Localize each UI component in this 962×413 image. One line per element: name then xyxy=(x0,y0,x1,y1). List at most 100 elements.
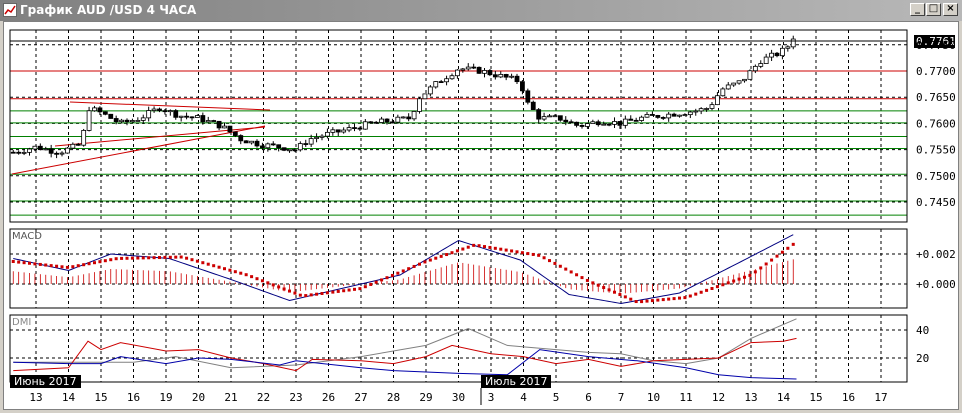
candle[interactable] xyxy=(330,127,336,136)
candle[interactable] xyxy=(530,100,536,111)
candle[interactable] xyxy=(395,114,401,124)
candle[interactable] xyxy=(547,114,552,118)
candle[interactable] xyxy=(709,102,715,111)
candle[interactable] xyxy=(151,106,157,113)
candle[interactable] xyxy=(633,117,639,122)
candle[interactable] xyxy=(758,60,764,69)
candle[interactable] xyxy=(346,124,352,133)
candle[interactable] xyxy=(417,97,422,114)
candle[interactable] xyxy=(655,114,661,119)
candle[interactable] xyxy=(590,119,596,124)
candle[interactable] xyxy=(281,147,287,152)
candle[interactable] xyxy=(222,122,227,129)
candle[interactable] xyxy=(10,149,16,154)
candle[interactable] xyxy=(27,147,32,156)
candle[interactable] xyxy=(81,128,87,147)
candle[interactable] xyxy=(216,120,222,131)
candle[interactable] xyxy=(297,141,303,152)
candle[interactable] xyxy=(70,142,76,150)
candle[interactable] xyxy=(265,142,271,152)
candle[interactable] xyxy=(455,69,460,79)
candle[interactable] xyxy=(341,127,347,134)
candle[interactable] xyxy=(438,79,444,83)
candle[interactable] xyxy=(509,73,514,79)
candle[interactable] xyxy=(785,45,791,52)
candle[interactable] xyxy=(666,111,672,122)
candle[interactable] xyxy=(48,144,54,158)
candle[interactable] xyxy=(92,105,97,112)
candle[interactable] xyxy=(303,139,309,147)
candle[interactable] xyxy=(314,133,319,143)
candle[interactable] xyxy=(574,121,579,128)
candle[interactable] xyxy=(715,92,720,106)
candle[interactable] xyxy=(368,121,374,124)
candle[interactable] xyxy=(671,112,677,117)
candle[interactable] xyxy=(568,119,574,124)
candle[interactable] xyxy=(595,119,601,127)
candle[interactable] xyxy=(178,115,184,122)
candle[interactable] xyxy=(243,140,249,144)
candle[interactable] xyxy=(557,115,563,122)
candle[interactable] xyxy=(736,80,742,85)
candle[interactable] xyxy=(205,116,211,123)
candle[interactable] xyxy=(769,49,774,61)
candle[interactable] xyxy=(335,129,341,137)
candle[interactable] xyxy=(319,134,325,141)
candle[interactable] xyxy=(682,113,688,117)
candle[interactable] xyxy=(612,117,617,129)
candle[interactable] xyxy=(173,109,179,120)
candle[interactable] xyxy=(460,67,466,73)
candle[interactable] xyxy=(184,112,189,120)
candle[interactable] xyxy=(373,120,379,124)
candle[interactable] xyxy=(731,82,737,87)
candle[interactable] xyxy=(747,69,753,80)
candle[interactable] xyxy=(742,78,747,83)
candle[interactable] xyxy=(725,82,731,90)
candle[interactable] xyxy=(37,143,43,151)
candle[interactable] xyxy=(644,111,650,118)
candle[interactable] xyxy=(579,124,585,129)
candle[interactable] xyxy=(752,64,758,74)
chart-canvas[interactable]: 0.7761 MACD DMI Июнь 2017 Июль 2017 13 14… xyxy=(0,0,962,413)
candle[interactable] xyxy=(97,106,103,116)
candle[interactable] xyxy=(503,73,509,81)
candle[interactable] xyxy=(650,111,655,116)
candle[interactable] xyxy=(270,141,276,146)
candle[interactable] xyxy=(59,151,65,157)
candle[interactable] xyxy=(124,118,130,126)
candle[interactable] xyxy=(287,149,292,153)
candle[interactable] xyxy=(400,116,406,119)
candle[interactable] xyxy=(379,116,384,123)
candle[interactable] xyxy=(427,85,433,97)
candle[interactable] xyxy=(238,134,244,145)
candle[interactable] xyxy=(687,110,693,119)
candle[interactable] xyxy=(406,113,412,122)
candle[interactable] xyxy=(135,117,141,122)
candle[interactable] xyxy=(774,51,780,58)
candle[interactable] xyxy=(444,75,449,86)
candle[interactable] xyxy=(102,111,108,116)
candle[interactable] xyxy=(54,151,59,159)
candle[interactable] xyxy=(352,123,357,132)
candle[interactable] xyxy=(622,115,628,129)
candle[interactable] xyxy=(790,35,796,50)
candle[interactable] xyxy=(498,71,504,79)
candle[interactable] xyxy=(157,107,162,113)
candle[interactable] xyxy=(254,139,260,148)
candle[interactable] xyxy=(492,70,498,80)
candle[interactable] xyxy=(276,144,282,152)
candle[interactable] xyxy=(660,116,666,120)
candle[interactable] xyxy=(43,146,49,151)
candle[interactable] xyxy=(65,146,70,154)
candle[interactable] xyxy=(16,150,22,155)
candle[interactable] xyxy=(763,53,769,64)
candle[interactable] xyxy=(541,112,547,121)
candle[interactable] xyxy=(449,73,455,80)
candle[interactable] xyxy=(525,88,531,105)
candle[interactable] xyxy=(677,114,682,118)
candle[interactable] xyxy=(465,63,471,71)
candle[interactable] xyxy=(482,67,487,78)
candle[interactable] xyxy=(86,106,92,132)
candle[interactable] xyxy=(108,113,114,119)
candle[interactable] xyxy=(211,119,217,122)
